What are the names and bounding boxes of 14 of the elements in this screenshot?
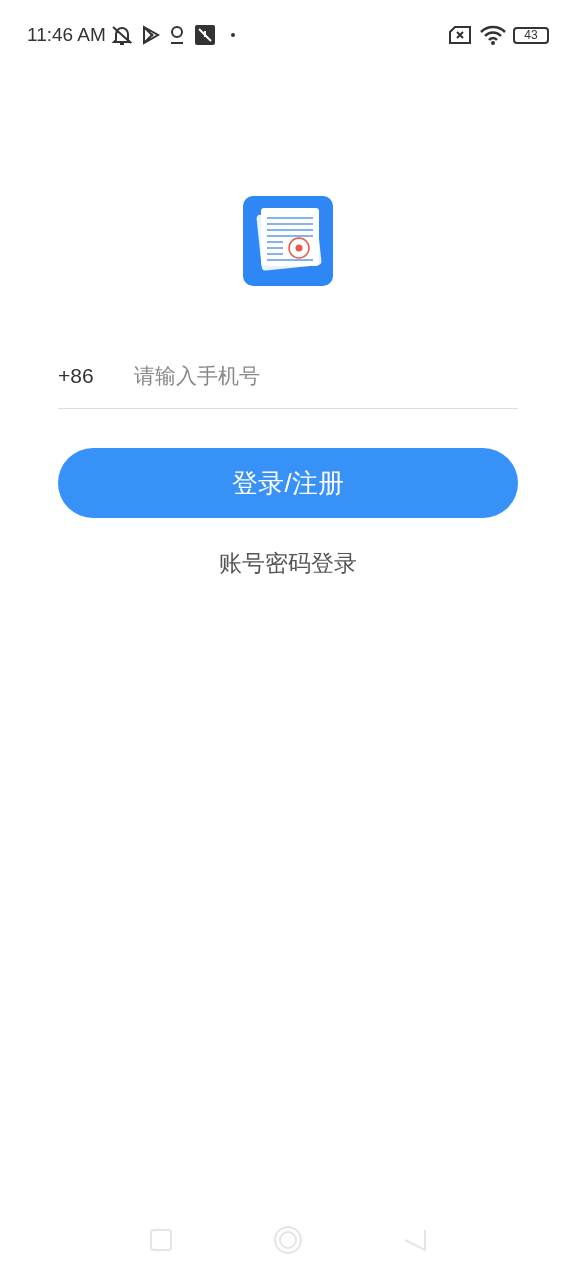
wifi-icon xyxy=(479,25,507,45)
battery-icon: 43 xyxy=(513,26,549,44)
back-icon[interactable] xyxy=(403,1228,427,1252)
muted-bell-icon xyxy=(109,24,134,46)
no-sim-icon xyxy=(449,26,471,44)
country-code[interactable]: +86 xyxy=(58,360,134,392)
status-time: 11:46 AM xyxy=(27,22,106,47)
recents-icon[interactable] xyxy=(149,1228,173,1252)
play-store-icon xyxy=(141,25,160,45)
home-icon[interactable] xyxy=(273,1225,303,1255)
phone-field[interactable]: +86 请输入手机号 xyxy=(58,344,518,409)
app-logo-icon xyxy=(243,196,333,286)
dot-icon xyxy=(230,33,235,37)
password-login-link[interactable]: 账号密码登录 xyxy=(219,546,357,581)
